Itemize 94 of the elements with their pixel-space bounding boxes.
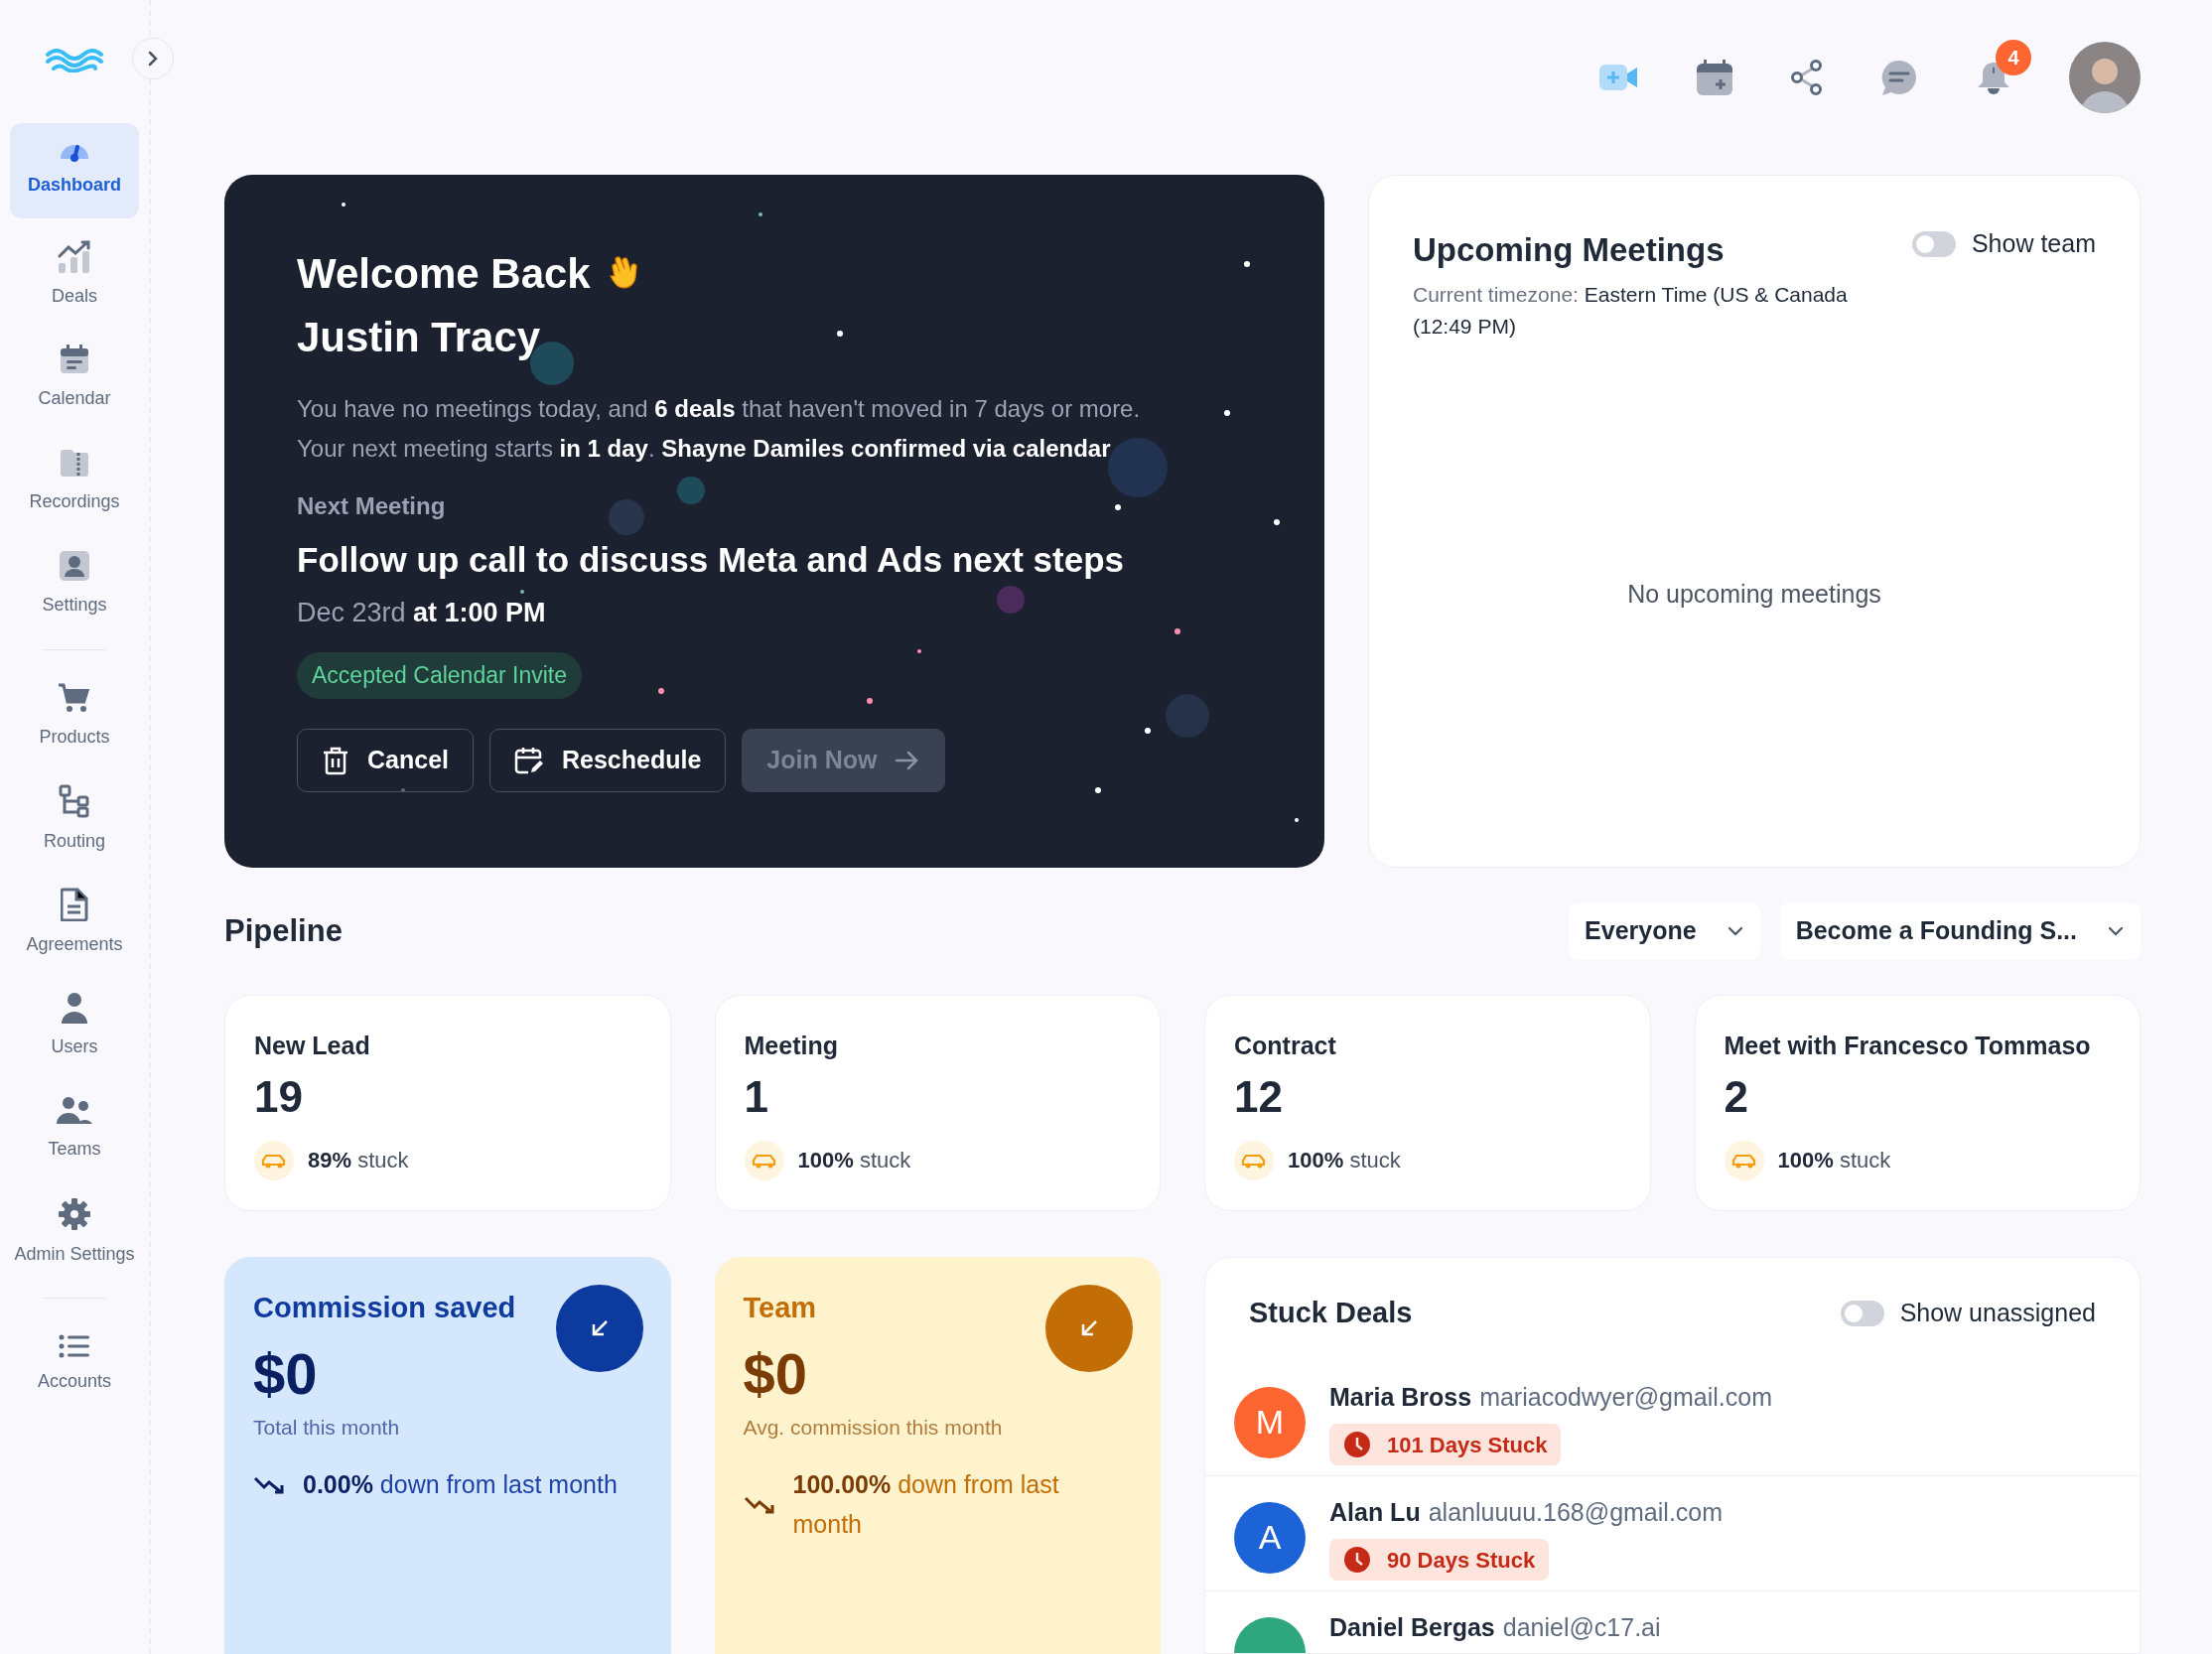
meetings-title: Upcoming Meetings [1413,230,1726,270]
stage-count: 19 [254,1070,304,1123]
sidebar-item[interactable]: Admin Settings [10,1184,139,1280]
meeting-time: Dec 23rd at 1:00 PM [297,596,546,629]
cancel-button[interactable]: Cancel [297,728,474,792]
toggle-label: Show team [1971,228,2096,259]
contact-avatar: M [1234,1386,1306,1458]
sidebar-item[interactable]: Accounts [10,1316,139,1412]
car-icon [254,1140,294,1180]
stage-name: Meet with Francesco Tommaso [1724,1031,2092,1061]
show-team-toggle[interactable] [1911,230,1956,257]
calendar-plus-icon [1696,59,1733,96]
contact-email: daniel@c17.ai [1502,1611,1661,1643]
sidebar-item[interactable]: Deals [10,226,139,322]
add-event-button[interactable] [1696,59,1733,96]
sidebar-item[interactable]: Recordings [10,433,139,528]
stat-value: $0 [743,1339,807,1408]
trash-icon [322,745,349,775]
stage-name: New Lead [254,1031,371,1061]
stage-name: Contract [1234,1031,1337,1061]
stat-value: $0 [253,1339,318,1408]
share-button[interactable] [1791,60,1823,95]
next-meeting-label: Next Meeting [297,491,446,521]
share-icon [1791,60,1823,95]
summary-text: You have no meetings today, and 6 deals that haven't moved in 7 days or more. Your next meeting starts in 1 day. Shayne Damiles confirmed via calendar [297,394,1141,464]
contact-name: Alan Lu [1329,1496,1421,1528]
stuck-badge: 101 Days Stuck [1329,1424,1562,1465]
stage-name: Meeting [744,1031,839,1061]
chevron-down-icon [1726,925,1744,937]
cart-icon [58,681,91,714]
notification-badge: 4 [1996,40,2031,75]
stage-count: 1 [744,1070,769,1123]
chevron-down-icon [2107,925,2125,937]
chat-button[interactable] [1880,59,1918,96]
stat-caption: Avg. commission this month [743,1414,1004,1441]
pipeline-title: Pipeline [224,911,343,950]
reschedule-button[interactable]: Reschedule [489,728,727,792]
logo-icon [45,47,104,72]
contact-email: mariacodwyer@gmail.com [1479,1381,1773,1413]
show-unassigned-toggle[interactable] [1840,1300,1884,1326]
expand-button[interactable] [132,38,174,79]
sidebar-item[interactable]: Routing [10,771,139,867]
stuck-percent: 89% stuck [308,1147,409,1174]
sidebar-item[interactable]: Users [10,978,139,1073]
stage-count: 2 [1724,1070,1749,1123]
gauge-icon [60,143,89,162]
chart-icon [57,238,92,273]
stat-change: 0.00% down from last month [303,1469,618,1500]
stage-count: 12 [1234,1070,1284,1123]
chat-icon [1880,59,1918,96]
stuck-badge: 90 Days Stuck [1329,1539,1550,1581]
car-icon [1234,1140,1274,1180]
clock-icon [1343,1546,1371,1574]
sidebar-item[interactable]: Settings [10,536,139,631]
list-icon [59,1333,90,1358]
meeting-title: Follow up call to discuss Meta and Ads next steps [297,539,1125,581]
sidebar-item[interactable]: Dashboard [10,123,139,218]
calendar-edit-icon [514,745,544,775]
sidebar-item[interactable]: Calendar [10,330,139,425]
car-icon [744,1140,784,1180]
stuck-percent: 100% stuck [1777,1147,1891,1174]
welcome-heading: Welcome Back [297,249,591,299]
document-icon [61,887,88,921]
stat-caption: Total this month [253,1414,401,1441]
stat-title: Team [743,1291,817,1325]
tree-icon [59,783,90,818]
calendar-icon [59,343,90,375]
contact-name: Daniel Bergas [1329,1611,1495,1643]
empty-message: No upcoming meetings [1627,579,1881,610]
filter-dropdown[interactable]: Everyone [1569,902,1760,960]
sidebar-item[interactable]: Teams [10,1081,139,1176]
car-icon [1724,1140,1764,1180]
stat-title: Commission saved [253,1291,516,1325]
stat-change: 100.00% down from last month [792,1469,1060,1540]
video-camera-icon [1598,62,1638,93]
timezone-text: Current timezone: Eastern Time (US & Canada (12:49 PM) [1413,281,1849,340]
user-card-icon [59,549,90,582]
toggle-label: Show unassigned [1899,1298,2096,1328]
sidebar-item[interactable]: Products [10,668,139,763]
person-icon [61,991,88,1024]
contact-email: alanluuuu.168@gmail.com [1428,1496,1724,1528]
stuck-percent: 100% stuck [1288,1147,1401,1174]
user-name: Justin Tracy [297,313,541,362]
chevron-right-icon [147,50,159,68]
settings-icon [58,1196,91,1231]
clock-icon [1343,1431,1371,1458]
sidebar-item[interactable]: Agreements [10,875,139,970]
people-icon [56,1095,93,1126]
contact-avatar: A [1234,1501,1306,1574]
contact-name: Maria Bross [1329,1381,1472,1413]
status-badge: Accepted Calendar Invite [297,652,582,699]
stuck-deals-title: Stuck Deals [1249,1296,1413,1330]
filter-dropdown[interactable]: Become a Founding S... [1779,902,2141,960]
stuck-percent: 100% stuck [797,1147,911,1174]
